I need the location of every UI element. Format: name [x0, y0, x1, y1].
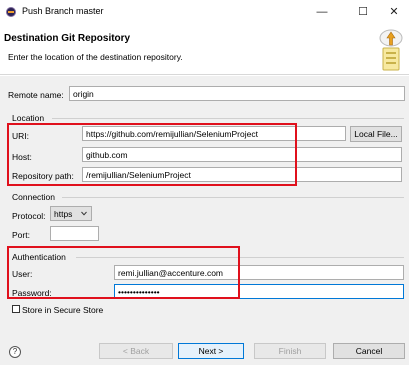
push-to-remote-icon	[379, 29, 403, 71]
connection-separator	[62, 197, 404, 198]
page-title: Destination Git Repository	[4, 33, 131, 44]
connection-group-title: Connection	[12, 192, 56, 202]
remote-name-label: Remote name:	[8, 90, 64, 100]
back-button[interactable]: < Back	[99, 343, 173, 359]
eclipse-app-icon	[6, 7, 16, 17]
window-titlebar: Push Branch master — ☐ ✕	[0, 0, 409, 25]
maximize-button[interactable]: ☐	[352, 3, 374, 21]
finish-button[interactable]: Finish	[254, 343, 326, 359]
next-button[interactable]: Next >	[178, 343, 244, 359]
store-secure-checkbox[interactable]	[12, 305, 20, 313]
protocol-value: https	[54, 209, 73, 219]
port-input[interactable]	[50, 226, 99, 241]
help-icon[interactable]: ?	[9, 346, 21, 358]
protocol-select[interactable]: https	[50, 206, 92, 221]
local-file-button[interactable]: Local File...	[350, 126, 402, 142]
chevron-down-icon	[81, 211, 87, 216]
wizard-header: Destination Git Repository Enter the loc…	[0, 25, 409, 75]
port-label: Port:	[12, 230, 30, 240]
store-secure-label: Store in Secure Store	[22, 305, 104, 315]
location-highlight-box	[7, 123, 297, 186]
remote-name-input[interactable]: origin	[69, 86, 405, 101]
close-button[interactable]: ✕	[383, 3, 405, 21]
minimize-button[interactable]: —	[311, 3, 333, 21]
protocol-label: Protocol:	[12, 211, 46, 221]
cancel-button[interactable]: Cancel	[333, 343, 405, 359]
location-separator	[52, 118, 404, 119]
authentication-highlight-box	[7, 246, 240, 299]
window-title: Push Branch master	[22, 6, 104, 16]
location-group-title: Location	[12, 113, 45, 123]
page-description: Enter the location of the destination re…	[8, 52, 183, 62]
